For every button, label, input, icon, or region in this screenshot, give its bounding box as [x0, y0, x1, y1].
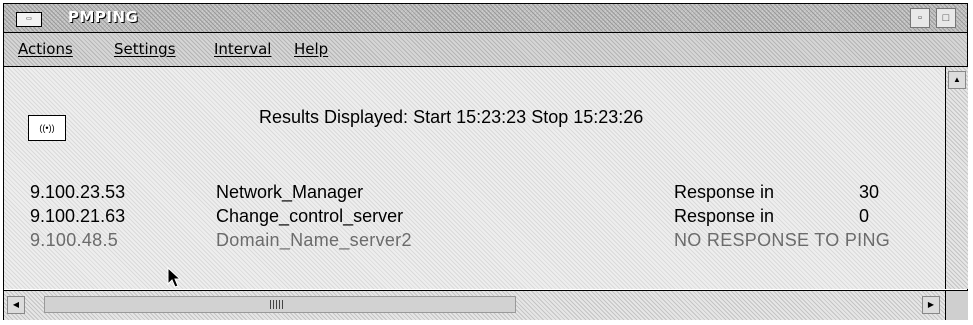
menu-bar: Actions Settings Interval Help	[4, 33, 967, 67]
scroll-right-icon[interactable]: ▶	[922, 296, 940, 314]
menu-interval[interactable]: Interval	[214, 40, 271, 58]
start-label: Start	[413, 107, 452, 127]
response-time: 0	[859, 206, 870, 226]
vertical-scrollbar[interactable]: ▲	[945, 67, 968, 289]
menu-actions[interactable]: Actions	[18, 40, 73, 58]
response-status: NO RESPONSE TO PING	[674, 230, 891, 250]
window-menu-icon[interactable]: ▭	[16, 12, 42, 27]
scroll-up-icon[interactable]: ▲	[948, 71, 966, 89]
mouse-pointer-icon	[167, 267, 181, 288]
host-ip: 9.100.21.63	[30, 206, 126, 226]
ping-result-row: 9.100.23.53 Network_Manager Response in …	[4, 182, 945, 204]
ping-broadcast-icon[interactable]: ((•))	[28, 115, 66, 141]
pmping-window: ▭ PMPING ▫ □ Actions Settings Interval H…	[3, 3, 968, 320]
window-title: PMPING	[68, 8, 139, 26]
response-status: Response in	[674, 206, 775, 226]
start-time: 15:23:23	[456, 107, 527, 127]
host-ip: 9.100.23.53	[30, 182, 126, 202]
ping-result-row: 9.100.21.63 Change_control_server Respon…	[4, 206, 945, 228]
results-panel: ((•)) Results Displayed: Start 15:23:23 …	[4, 67, 945, 289]
maximize-icon[interactable]: □	[936, 8, 956, 28]
menu-settings[interactable]: Settings	[114, 40, 176, 58]
horizontal-scrollbar[interactable]: ◀ ▶	[4, 290, 945, 320]
menu-help[interactable]: Help	[294, 40, 328, 58]
host-ip: 9.100.48.5	[30, 230, 119, 250]
stop-time: 15:23:26	[573, 107, 644, 127]
minimize-icon[interactable]: ▫	[910, 8, 930, 28]
scrollbar-corner	[945, 290, 968, 320]
response-status: Response in	[674, 182, 775, 202]
response-time: 30	[859, 182, 880, 202]
host-name: Change_control_server	[216, 206, 404, 226]
title-bar[interactable]: ▭ PMPING ▫ □	[4, 4, 967, 33]
results-prefix: Results Displayed:	[259, 107, 409, 127]
host-name: Network_Manager	[216, 182, 364, 202]
host-name: Domain_Name_server2	[216, 230, 412, 250]
stop-label: Stop	[531, 107, 569, 127]
scroll-left-icon[interactable]: ◀	[7, 296, 25, 314]
horizontal-scroll-thumb[interactable]	[44, 296, 516, 313]
results-displayed-line: Results Displayed: Start 15:23:23 Stop 1…	[259, 107, 643, 128]
thumb-grip	[270, 300, 284, 309]
ping-result-row: 9.100.48.5 Domain_Name_server2 NO RESPON…	[4, 230, 945, 252]
